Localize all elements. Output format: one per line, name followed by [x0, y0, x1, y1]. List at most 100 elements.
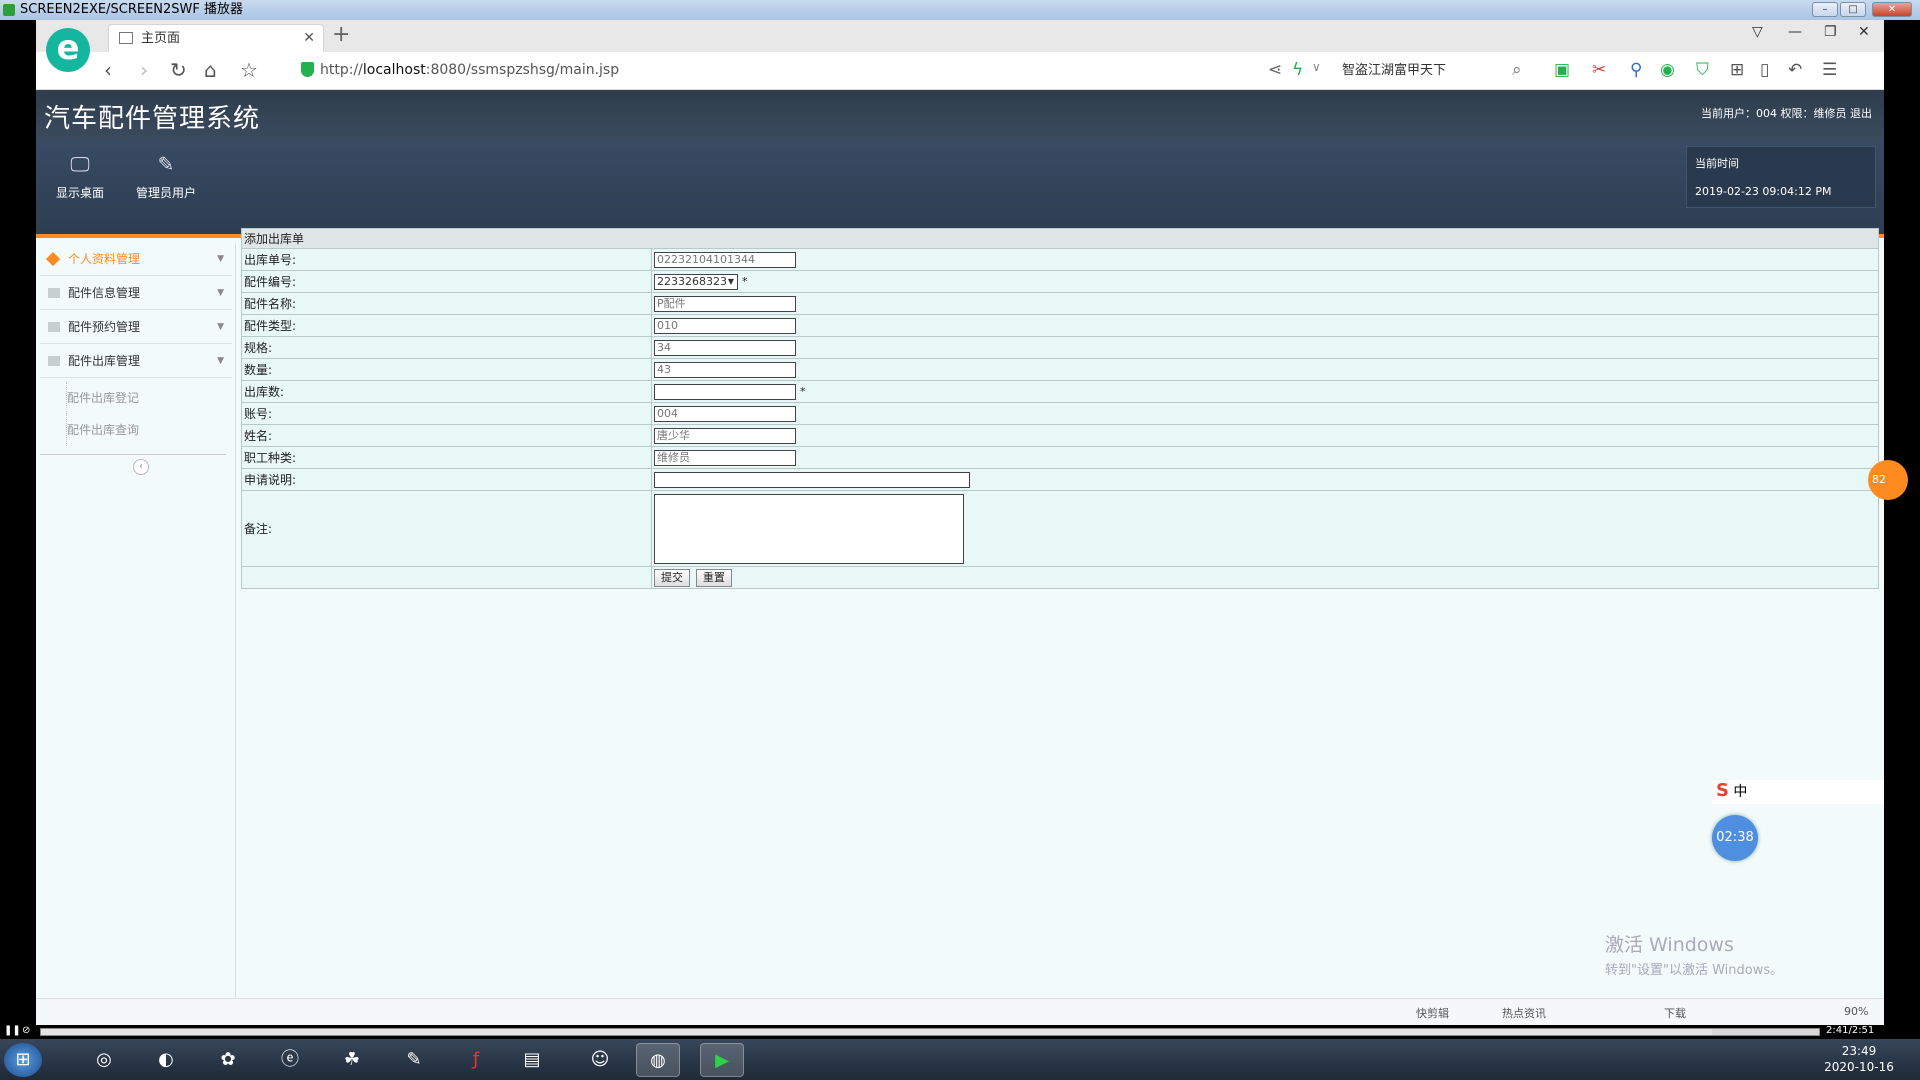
tab-title: 主页面 [141, 31, 181, 46]
part-name-field[interactable]: P配件 [654, 295, 796, 312]
sidebar-item-reservation[interactable]: 配件预约管理 ▼ [40, 310, 232, 344]
reset-button[interactable]: 重置 [695, 568, 732, 587]
stop-icon[interactable]: ⊘ [22, 1025, 30, 1036]
player-app-icon[interactable]: ▶ [700, 1043, 744, 1077]
new-tab-button[interactable]: + [332, 22, 350, 47]
required-mark: * [800, 385, 806, 398]
out-qty-field[interactable] [654, 383, 796, 400]
browser-minimize-icon[interactable]: — [1788, 24, 1802, 40]
close-button[interactable]: ✕ [1872, 2, 1912, 17]
chrome-icon[interactable]: ◎ [82, 1043, 126, 1077]
search-icon[interactable]: ⌕ [1512, 60, 1522, 80]
progress-bar[interactable] [40, 1028, 1820, 1036]
back-icon[interactable]: ‹ [104, 58, 112, 82]
app-title: 汽车配件管理系统 [44, 104, 261, 134]
description-field[interactable] [654, 471, 970, 488]
game-icon[interactable]: ◉ [1660, 60, 1675, 80]
tab-close-icon[interactable]: ✕ [303, 25, 315, 52]
star-icon[interactable]: ☆ [240, 58, 258, 82]
bookmark-icon[interactable]: ▯ [1760, 60, 1769, 80]
browser-icon[interactable]: ⓔ [268, 1043, 312, 1077]
notepad-icon[interactable]: ✎ [392, 1043, 436, 1077]
url-field[interactable]: http://localhost:8080/ssmspzshsg/main.js… [320, 62, 619, 78]
table-row: 职工种类: 维修员 [241, 446, 1879, 469]
maximize-button[interactable]: □ [1840, 2, 1866, 17]
sidebar-item-outbound[interactable]: 配件出库管理 ▼ [40, 344, 232, 378]
staff-type-field[interactable]: 维修员 [654, 449, 796, 466]
browser-logo-icon: e [46, 28, 90, 72]
nav-show-desktop[interactable]: 🖵 显示桌面 [40, 152, 120, 201]
baidu-netdisk-icon[interactable]: ✿ [206, 1043, 250, 1077]
order-no-field[interactable]: 02232104101344 [654, 251, 796, 268]
sidebar-divider [40, 454, 226, 455]
apps-icon[interactable]: ⊞ [1730, 60, 1744, 80]
quantity-field[interactable]: 43 [654, 361, 796, 378]
monitor-icon: 🖵 [70, 152, 90, 176]
timer-bubble[interactable]: 02:38 [1712, 815, 1758, 861]
sidebar-item-profile[interactable]: 个人资料管理 ▼ [40, 242, 232, 276]
ime-mode[interactable]: 中 [1733, 784, 1747, 800]
flash-icon[interactable]: ƒ [454, 1043, 498, 1077]
statusbar-item-clip[interactable]: 快剪辑 [1416, 1005, 1449, 1021]
refresh-icon[interactable]: ↻ [170, 58, 187, 82]
statusbar-item-download[interactable]: 下载 [1664, 1005, 1686, 1021]
play-time: 2:41/2:51 [1826, 1025, 1875, 1036]
user-app-icon[interactable]: ◍ [636, 1043, 680, 1077]
forward-icon[interactable]: › [140, 58, 148, 82]
part-type-field[interactable]: 010 [654, 317, 796, 334]
clock-date: 2020-10-16 [1824, 1060, 1894, 1074]
nav-admin-user[interactable]: ✎ 管理员用户 [126, 152, 206, 201]
tab-main[interactable]: 主页面 ✕ [108, 24, 324, 52]
spec-field[interactable]: 34 [654, 339, 796, 356]
label-name: 姓名: [241, 424, 652, 447]
remark-textarea[interactable] [654, 493, 964, 564]
url-scheme: http:// [320, 62, 363, 78]
undo-icon[interactable]: ↶ [1788, 60, 1802, 80]
sidebar-subitem-outbound-register[interactable]: 配件出库登记 [66, 382, 226, 414]
browser-close-icon[interactable]: ✕ [1858, 24, 1870, 40]
submit-button[interactable]: 提交 [654, 568, 690, 587]
browser-restore-icon[interactable]: ❐ [1824, 24, 1837, 40]
part-no-value: 2233268323 [657, 274, 727, 288]
chevron-down-icon: ▼ [217, 356, 224, 366]
name-field[interactable]: 唐少华 [654, 427, 796, 444]
collapse-icon[interactable]: ‹ [133, 459, 149, 475]
label-order-no: 出库单号: [241, 248, 652, 271]
sidebar-item-label: 配件出库管理 [68, 354, 141, 368]
table-row: 姓名: 唐少华 [241, 424, 1879, 447]
list-icon [48, 288, 60, 298]
floating-badge[interactable]: 82 [1868, 460, 1908, 500]
search-input[interactable]: 智盗江湖富甲天下 [1342, 58, 1572, 84]
statusbar-item-news[interactable]: 热点资讯 [1502, 1005, 1546, 1021]
magnifier-icon[interactable]: ⚲ [1630, 60, 1642, 80]
chevron-down-icon[interactable]: ∨ [1312, 60, 1321, 74]
home-icon[interactable]: ⌂ [204, 58, 217, 82]
start-icon[interactable]: ⊞ [4, 1043, 42, 1077]
lightning-icon[interactable]: ϟ [1292, 60, 1303, 80]
app-green-icon[interactable]: ☘ [330, 1043, 374, 1077]
label-account: 账号: [241, 402, 652, 425]
progress-fill [41, 1029, 1713, 1035]
sidebar-subitem-outbound-query[interactable]: 配件出库查询 [66, 414, 226, 446]
eclipse-icon[interactable]: ◐ [144, 1043, 188, 1077]
user-info[interactable]: 当前用户：004 权限：维修员 退出 [1701, 105, 1872, 121]
system-clock[interactable]: 23:49 2020-10-16 [1824, 1043, 1894, 1075]
share-icon[interactable]: ⋖ [1268, 60, 1282, 80]
part-no-select[interactable]: 2233268323 ▼ [654, 273, 738, 290]
qq-icon[interactable]: ☺ [578, 1043, 622, 1077]
translate-icon[interactable]: ▣ [1554, 60, 1570, 80]
account-field[interactable]: 004 [654, 405, 796, 422]
skin-icon[interactable]: ▽ [1752, 24, 1763, 40]
table-row: 配件名称: P配件 [241, 292, 1879, 315]
scissors-icon[interactable]: ✂ [1592, 60, 1606, 80]
zoom-level[interactable]: 90% [1844, 1005, 1868, 1018]
sidebar-item-parts-info[interactable]: 配件信息管理 ▼ [40, 276, 232, 310]
pause-icon[interactable]: ❚❚ [4, 1025, 21, 1036]
file-explorer-icon[interactable]: ▤ [510, 1043, 554, 1077]
sogou-icon[interactable]: S [1716, 780, 1729, 801]
menu-icon[interactable]: ☰ [1822, 60, 1837, 80]
security-icon[interactable]: ⛉ [1696, 60, 1709, 80]
pencil-icon: ✎ [157, 152, 175, 176]
minimize-button[interactable]: – [1812, 2, 1838, 17]
empty-cell [241, 566, 652, 589]
